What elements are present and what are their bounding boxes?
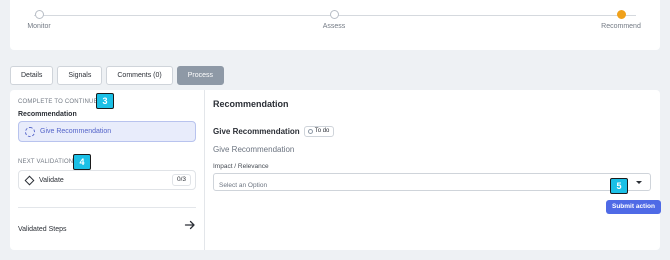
give-recommendation-subtitle: Give Recommendation	[213, 145, 295, 154]
tab-bar: Details Signals Comments (0) Process	[10, 66, 225, 85]
chevron-down-icon	[636, 181, 642, 184]
page-title: Recommendation	[213, 99, 289, 109]
step-label: Assess	[322, 23, 346, 30]
select-placeholder: Select an Option	[219, 182, 268, 189]
validated-steps-label: Validated Steps	[18, 226, 67, 233]
tab-process[interactable]: Process	[176, 66, 225, 85]
arrow-right-icon	[184, 220, 195, 230]
step-dot-active-icon	[616, 10, 626, 19]
process-sidebar: COMPLETE TO CONTINUE 3 Recommendation Gi…	[10, 90, 205, 250]
tab-signals[interactable]: Signals	[57, 66, 103, 85]
step-monitor[interactable]: Monitor	[24, 10, 54, 30]
todo-circle-icon	[307, 129, 313, 134]
give-recommendation-item[interactable]: Give Recommendation	[18, 121, 196, 142]
annotation-badge-3: 3	[96, 93, 114, 109]
complete-to-continue-caption: COMPLETE TO CONTINUE	[18, 99, 98, 105]
submit-action-button[interactable]: Submit action	[606, 200, 661, 214]
divider	[18, 207, 196, 208]
step-recommend[interactable]: Recommend	[596, 10, 646, 30]
step-assess[interactable]: Assess	[319, 10, 349, 30]
validate-item[interactable]: Validate 0/3	[18, 170, 196, 190]
status-badge: To do	[303, 126, 335, 137]
tab-comments[interactable]: Comments (0)	[106, 66, 173, 85]
impact-relevance-label: Impact / Relevance	[213, 163, 269, 170]
tab-details[interactable]: Details	[10, 66, 54, 85]
pending-circle-icon	[25, 126, 35, 137]
recommendation-label: Recommendation	[18, 111, 77, 118]
recommendation-content: Recommendation Give Recommendation To do…	[205, 90, 661, 250]
status-text: To do	[314, 128, 330, 134]
step-dot-icon	[329, 10, 339, 19]
give-recommendation-heading: Give Recommendation To do	[213, 126, 335, 137]
give-recommendation-label: Give Recommendation	[40, 128, 112, 135]
validate-label: Validate	[39, 176, 64, 184]
step-dot-icon	[34, 10, 44, 19]
step-label: Recommend	[601, 23, 641, 30]
next-validation-caption: NEXT VALIDATION	[18, 159, 74, 165]
step-label: Monitor	[27, 23, 51, 30]
give-recommendation-heading-text: Give Recommendation	[213, 127, 300, 136]
process-panel: COMPLETE TO CONTINUE 3 Recommendation Gi…	[10, 90, 661, 250]
annotation-badge-5: 5	[610, 178, 628, 194]
impact-relevance-select[interactable]: Select an Option	[213, 173, 651, 191]
diamond-icon	[24, 175, 35, 185]
validate-count-badge: 0/3	[171, 174, 191, 186]
annotation-badge-4: 4	[73, 154, 91, 170]
validated-steps-link[interactable]: Validated Steps	[18, 218, 196, 233]
progress-stepper: Monitor Assess Recommend	[10, 0, 660, 50]
